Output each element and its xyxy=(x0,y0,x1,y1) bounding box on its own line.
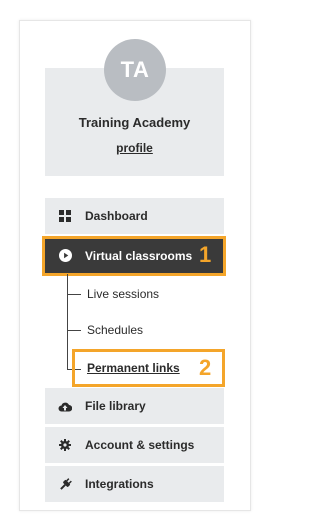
subnav-item-schedules[interactable]: Schedules xyxy=(87,323,143,337)
sidebar-item-dashboard[interactable]: Dashboard xyxy=(45,198,224,234)
tree-branch xyxy=(67,330,81,331)
sidebar-item-account-settings[interactable]: Account & settings xyxy=(45,427,224,463)
annotation-badge-2: 2 xyxy=(199,355,212,380)
tree-branch xyxy=(67,369,81,370)
plug-icon xyxy=(45,477,85,491)
sidebar-item-label: File library xyxy=(85,399,146,413)
sidebar-item-label: Virtual classrooms xyxy=(85,248,193,263)
sidebar-item-label: Account & settings xyxy=(85,438,195,452)
play-circle-icon xyxy=(45,249,85,262)
sidebar-item-integrations[interactable]: Integrations xyxy=(45,466,224,502)
avatar[interactable]: TA xyxy=(104,39,166,101)
profile-link[interactable]: profile xyxy=(45,141,224,155)
annotation-badge-1: 1 xyxy=(199,242,212,267)
subnav-item-live-sessions[interactable]: Live sessions xyxy=(87,287,159,301)
tree-connector xyxy=(67,274,68,370)
tree-branch xyxy=(67,294,81,295)
grid-icon xyxy=(45,210,85,222)
sidebar-item-virtual-classrooms[interactable]: Virtual classrooms xyxy=(45,238,224,273)
subnav-item-permanent-links[interactable]: Permanent links xyxy=(87,361,180,375)
sidebar-item-label: Dashboard xyxy=(85,209,148,223)
organization-name: Training Academy xyxy=(78,115,191,130)
gear-icon xyxy=(45,439,85,451)
sidebar-item-file-library[interactable]: File library xyxy=(45,388,224,424)
sidebar-item-label: Integrations xyxy=(85,477,154,491)
cloud-upload-icon xyxy=(45,401,85,412)
